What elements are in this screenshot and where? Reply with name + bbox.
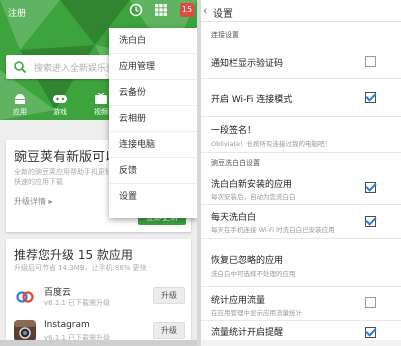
- tv-icon: [95, 93, 107, 104]
- overflow-menu: 洗白白 应用管理 云备份 云相册 连接电脑 反馈 设置: [109, 28, 197, 218]
- setting-checkbox[interactable]: [365, 182, 376, 193]
- setting-sublabel: 在应用管理中显示应用流量统计: [211, 309, 302, 317]
- settings-topbar: ‹ 设置: [201, 0, 401, 22]
- category-apps[interactable]: 应用: [4, 93, 36, 117]
- menu-item-cloud-album[interactable]: 云相册: [109, 106, 197, 132]
- list-item[interactable]: 百度云 v6.1.1 已下载需升级 升级: [6, 281, 191, 311]
- setting-checkbox[interactable]: [365, 297, 376, 308]
- settings-panel: ‹ 设置 连接设置 通知栏显示验证码 开启 Wi-Fi 连接模式 一段签名！ O…: [201, 0, 401, 346]
- setting-row-restore-ignored[interactable]: 恢复已忽略的应用 洗白白中可选择不处理的应用: [201, 239, 401, 287]
- bottom-strip: [0, 340, 197, 346]
- setting-label: 通知栏显示验证码: [211, 59, 284, 69]
- grid-icon[interactable]: [154, 3, 168, 17]
- setting-label: 统计应用流量: [211, 296, 266, 306]
- setting-sublabel: Obliviate！长按所有连接过我的电脑吧！: [211, 140, 332, 148]
- update-details-link[interactable]: 升级详情 ▸: [14, 196, 53, 207]
- category-label: 游戏: [53, 108, 67, 116]
- setting-label: 开启 Wi-Fi 连接模式: [211, 95, 293, 105]
- setting-row-clean-new-apps[interactable]: 洗白白新安装的应用 每次安装后，自动为您洗白白: [201, 172, 401, 205]
- setting-label: 流量统计开启提醒: [211, 328, 284, 338]
- recommend-card-title: 推荐您升级 15 款应用: [14, 248, 133, 262]
- notification-badge[interactable]: 15: [180, 3, 194, 17]
- menu-item-feedback[interactable]: 反馈: [109, 158, 197, 184]
- menu-item-cloud-backup[interactable]: 云备份: [109, 80, 197, 106]
- gamepad-icon: [53, 95, 67, 103]
- setting-label: 每天洗白白: [211, 213, 257, 223]
- page-title: 设置: [213, 9, 233, 20]
- app-name: 百度云: [44, 288, 72, 298]
- setting-checkbox[interactable]: [365, 327, 376, 338]
- section-header: 连接设置: [211, 31, 239, 39]
- setting-label: 一段签名！: [211, 126, 257, 136]
- setting-row-signature[interactable]: 一段签名！ Obliviate！长按所有连接过我的电脑吧！: [201, 117, 401, 153]
- recommend-card: 推荐您升级 15 款应用 升级后可节省 14.3MB，让手机 86% 更快 百度…: [6, 239, 191, 346]
- setting-row-traffic-stats[interactable]: 统计应用流量 在应用管理中显示应用流量统计: [201, 287, 401, 321]
- register-link[interactable]: 注册: [8, 6, 26, 19]
- section-header: 豌豆洗白白设置: [211, 159, 260, 167]
- menu-item-clean[interactable]: 洗白白: [109, 28, 197, 54]
- setting-label: 恢复已忽略的应用: [211, 256, 284, 266]
- app-upgrade-button[interactable]: 升级: [153, 287, 185, 304]
- setting-row-wifi-mode[interactable]: 开启 Wi-Fi 连接模式: [201, 79, 401, 117]
- app-name: Instagram: [44, 320, 90, 330]
- category-label: 应用: [13, 108, 27, 116]
- setting-checkbox[interactable]: [365, 216, 376, 227]
- menu-item-connect-pc[interactable]: 连接电脑: [109, 132, 197, 158]
- app-version: v6.1.1 已下载需升级: [44, 299, 111, 307]
- setting-sublabel: 洗白白中可选择不处理的应用: [211, 270, 296, 278]
- setting-sublabel: 每天在手机连接 Wi-Fi 时洗白白已安装应用: [211, 226, 335, 234]
- setting-sublabel: 每次安装后，自动为您洗白白: [211, 193, 296, 201]
- recommend-card-subtitle: 升级后可节省 14.3MB，让手机 86% 更快: [14, 264, 147, 272]
- setting-checkbox[interactable]: [365, 92, 376, 103]
- setting-row-daily-clean[interactable]: 每天洗白白 每天在手机连接 Wi-Fi 时洗白白已安装应用: [201, 205, 401, 239]
- home-panel: 注册 15 搜索进入全新娱乐资讯 应用 游戏 视频 豌豆荚有新版可以升级 全新的…: [0, 0, 197, 346]
- instagram-icon: [14, 320, 36, 342]
- menu-item-app-manager[interactable]: 应用管理: [109, 54, 197, 80]
- search-icon: [14, 61, 27, 74]
- back-chevron-icon[interactable]: ‹: [203, 5, 207, 16]
- baidu-cloud-icon: [14, 285, 36, 307]
- setting-checkbox[interactable]: [365, 56, 376, 67]
- app-upgrade-button[interactable]: 升级: [153, 322, 185, 339]
- menu-item-settings[interactable]: 设置: [109, 184, 197, 210]
- category-games[interactable]: 游戏: [44, 93, 76, 117]
- android-icon: [15, 94, 25, 104]
- bottom-strip: [201, 340, 401, 346]
- clock-icon[interactable]: [129, 3, 143, 17]
- setting-row-sms-code[interactable]: 通知栏显示验证码: [201, 44, 401, 79]
- setting-label: 洗白白新安装的应用: [211, 180, 293, 190]
